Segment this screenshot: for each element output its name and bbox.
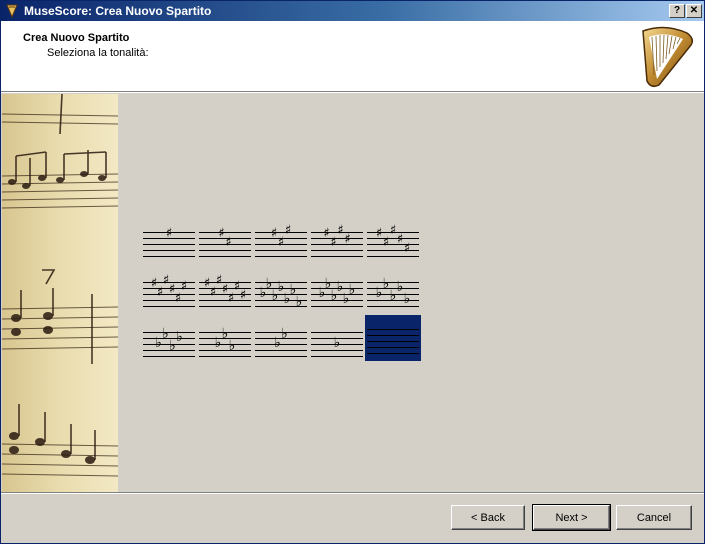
sharp-icon: ♯ bbox=[181, 279, 187, 294]
header-divider bbox=[1, 92, 704, 93]
title-bar[interactable]: MuseScore: Crea Nuovo Spartito ? ✕ bbox=[1, 1, 704, 21]
footer-divider-highlight bbox=[1, 493, 704, 494]
key-signature-cell[interactable]: ♭ ♭ ♭ ♭ ♭ ♭ ♭ bbox=[253, 268, 309, 314]
flat-icon: ♭ bbox=[376, 285, 383, 301]
sharp-icon: ♯ bbox=[271, 226, 277, 241]
key-signature-cell[interactable]: ♯ ♯ ♯ ♯ bbox=[309, 218, 365, 264]
close-button[interactable]: ✕ bbox=[686, 4, 702, 18]
sharp-icon: ♯ bbox=[344, 232, 350, 247]
sharp-icon: ♯ bbox=[397, 232, 403, 247]
sharp-icon: ♯ bbox=[376, 226, 382, 241]
flat-icon: ♭ bbox=[215, 335, 222, 351]
key-signature-staff: ♯ bbox=[143, 226, 195, 257]
key-signature-cell[interactable]: ♯ ♯ bbox=[197, 218, 253, 264]
sharp-icon: ♯ bbox=[337, 223, 343, 238]
flat-icon: ♭ bbox=[222, 326, 229, 342]
key-signature-staff: ♯♯♯ bbox=[255, 223, 307, 257]
flat-icon: ♭ bbox=[229, 338, 236, 354]
sharp-icon: ♯ bbox=[323, 226, 329, 241]
wizard-header: Crea Nuovo Spartito Seleziona la tonalit… bbox=[1, 21, 704, 92]
back-button[interactable]: < Back bbox=[451, 505, 525, 530]
flat-icon: ♭ bbox=[155, 335, 162, 351]
flat-icon: ♭ bbox=[274, 335, 281, 351]
sharp-icon: ♯ bbox=[404, 241, 410, 256]
key-signature-staff: ♯♯♯♯♯♯ bbox=[143, 273, 195, 307]
key-signature-cell[interactable]: ♯ ♯ ♯ ♯ ♯ bbox=[365, 218, 421, 264]
key-signature-cell[interactable]: ♭ ♭ ♭ ♭ ♭ ♭ bbox=[309, 268, 365, 314]
key-signature-cell[interactable]: ♯ ♯ ♯ bbox=[253, 218, 309, 264]
key-signature-cell[interactable]: ♭ ♭ bbox=[253, 318, 309, 364]
key-signature-staff: ♭♭♭♭♭♭ bbox=[311, 276, 363, 307]
page-subtitle: Seleziona la tonalità: bbox=[47, 47, 149, 59]
flat-icon: ♭ bbox=[390, 288, 397, 304]
key-signature-cell[interactable]: ♯ ♯ ♯ ♯ ♯ ♯ bbox=[141, 268, 197, 314]
flat-icon: ♭ bbox=[176, 329, 183, 345]
key-signature-cell[interactable] bbox=[365, 315, 421, 361]
flat-icon: ♭ bbox=[404, 291, 411, 307]
sheet-music-side-image bbox=[2, 94, 118, 492]
key-signature-staff: ♭♭♭♭ bbox=[143, 326, 195, 357]
flat-icon: ♭ bbox=[397, 279, 404, 295]
key-signature-staff: ♭♭♭♭♭ bbox=[367, 276, 419, 307]
key-signature-staff: ♯♯ bbox=[199, 226, 251, 257]
help-button[interactable]: ? bbox=[669, 4, 685, 18]
key-signature-cell[interactable]: ♭ ♭ ♭ ♭ bbox=[141, 318, 197, 364]
flat-icon: ♭ bbox=[162, 326, 169, 342]
flat-icon: ♭ bbox=[169, 338, 176, 354]
musescore-app-icon bbox=[6, 4, 18, 19]
sharp-icon: ♯ bbox=[166, 226, 172, 241]
key-signature-cell[interactable]: ♯ bbox=[141, 218, 197, 264]
sharp-icon: ♯ bbox=[383, 235, 389, 250]
new-score-wizard-window: MuseScore: Crea Nuovo Spartito ? ✕ Crea … bbox=[0, 0, 705, 544]
key-signature-staff: ♯♯♯♯ bbox=[311, 223, 363, 257]
sharp-icon: ♯ bbox=[218, 226, 224, 241]
flat-icon: ♭ bbox=[349, 282, 356, 298]
key-signature-staff: ♯♯♯♯♯ bbox=[367, 223, 419, 257]
sharp-icon: ♯ bbox=[285, 223, 291, 238]
page-title: Crea Nuovo Spartito bbox=[23, 32, 130, 44]
key-signature-staff: ♭♭ bbox=[255, 326, 307, 357]
next-button[interactable]: Next > bbox=[532, 504, 611, 531]
sharp-icon: ♯ bbox=[225, 235, 231, 250]
sharp-icon: ♯ bbox=[330, 235, 336, 250]
flat-icon: ♭ bbox=[281, 326, 288, 342]
key-signature-cell[interactable]: ♭ ♭ ♭ ♭ ♭ bbox=[365, 268, 421, 314]
key-signature-cell[interactable]: ♭ bbox=[309, 318, 365, 364]
sharp-icon: ♯ bbox=[390, 223, 396, 238]
key-signature-staff: ♭♭♭♭♭♭♭ bbox=[255, 276, 307, 310]
harp-logo-icon bbox=[642, 26, 694, 88]
key-signature-staff bbox=[367, 329, 419, 354]
key-signature-cell[interactable]: ♭ ♭ ♭ bbox=[197, 318, 253, 364]
flat-icon: ♭ bbox=[383, 276, 390, 292]
key-signature-cell[interactable]: ♯ ♯ ♯ ♯ ♯ ♯ ♯ bbox=[197, 268, 253, 314]
key-signature-staff: ♭♭♭ bbox=[199, 326, 251, 357]
key-signature-staff: ♯♯♯♯♯♯♯ bbox=[199, 273, 251, 307]
sharp-icon: ♯ bbox=[240, 288, 246, 303]
key-signature-staff: ♭ bbox=[311, 332, 363, 357]
cancel-button[interactable]: Cancel bbox=[616, 505, 692, 530]
sharp-icon: ♯ bbox=[278, 235, 284, 250]
flat-icon: ♭ bbox=[296, 294, 303, 310]
flat-icon: ♭ bbox=[334, 335, 341, 351]
window-title: MuseScore: Crea Nuovo Spartito bbox=[24, 4, 212, 18]
